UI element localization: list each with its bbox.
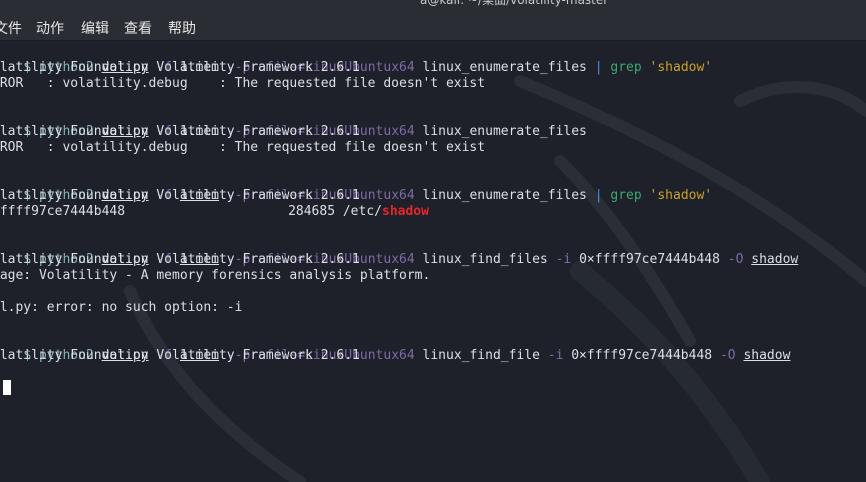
cmd-plugin: linux_find_files xyxy=(422,252,548,267)
cmd-pattern: 'shadow' xyxy=(649,188,713,203)
menu-view[interactable]: 查看 xyxy=(124,18,152,38)
cmd-address: 0×ffff97ce7444b448 xyxy=(579,252,720,267)
output-line: olatility Foundation Volatility Framewor… xyxy=(0,60,360,75)
output-line: olatility Foundation Volatility Framewor… xyxy=(0,188,360,203)
output-line: olatility Foundation Volatility Framewor… xyxy=(0,124,360,139)
cmd-plugin: linux_find_file xyxy=(422,348,540,363)
output-line: RROR : volatility.debug : The requested … xyxy=(0,76,486,91)
output-line: olatility Foundation Volatility Framewor… xyxy=(0,348,360,363)
command-line: $ python2 vol.py -f 1.mem --profile=Linu… xyxy=(23,60,713,75)
cmd-flag: -O xyxy=(719,348,736,363)
cmd-flag: -i xyxy=(555,252,572,267)
cmd-flag: -i xyxy=(547,348,564,363)
result-line: xffff97ce7444b448 284685 /etc/shadow xyxy=(0,204,429,220)
cmd-grep: grep xyxy=(610,60,642,75)
cmd-outfile: shadow xyxy=(743,348,791,363)
result-match: shadow xyxy=(382,204,429,219)
menu-file[interactable]: 文件 xyxy=(0,18,22,38)
menu-help[interactable]: 帮助 xyxy=(168,18,196,38)
command-line: $ python2 vol.py -f 1.mem --profile=Linu… xyxy=(23,252,799,267)
output-line: ol.py: error: no such option: -i xyxy=(0,300,243,315)
cmd-pipe: | xyxy=(594,188,603,203)
menu-action[interactable]: 动作 xyxy=(36,18,64,38)
cmd-plugin: linux_enumerate_files xyxy=(422,60,587,75)
command-line: $ python2 vol.py -f 1.mem --profile=Linu… xyxy=(23,188,713,203)
cmd-plugin: linux_enumerate_files xyxy=(422,124,587,139)
command-line: $ python2 vol.py -f 1.mem --profile=Linu… xyxy=(23,348,791,363)
cmd-pipe: | xyxy=(594,60,603,75)
terminal-area[interactable]: $ python2 vol.py -f 1.mem --profile=Linu… xyxy=(0,41,866,482)
cmd-flag: -O xyxy=(727,252,744,267)
output-line: olatility Foundation Volatility Framewor… xyxy=(0,252,360,267)
window-title: a@kali: ~/桌面/volatility-master xyxy=(420,0,609,7)
cmd-grep: grep xyxy=(610,188,642,203)
command-line: $ python2 vol.py -f 1.mem --profile=Linu… xyxy=(23,124,587,139)
cmd-address: 0×ffff97ce7444b448 xyxy=(571,348,713,363)
cmd-pattern: 'shadow' xyxy=(649,60,713,75)
menu-edit[interactable]: 编辑 xyxy=(81,18,109,38)
cmd-plugin: linux_enumerate_files xyxy=(422,188,587,203)
menu-bar: 文件 动作 编辑 查看 帮助 xyxy=(0,10,866,41)
result-address: xffff97ce7444b448 xyxy=(0,204,126,219)
result-path: /etc/ xyxy=(342,204,382,219)
block-cursor-icon xyxy=(3,380,11,395)
output-line: sage: Volatility - A memory forensics an… xyxy=(0,268,431,283)
cmd-outfile: shadow xyxy=(751,252,799,267)
output-line: RROR : volatility.debug : The requested … xyxy=(0,140,486,155)
result-inode: 284685 xyxy=(288,204,336,219)
window-titlebar: a@kali: ~/桌面/volatility-master xyxy=(0,0,866,10)
